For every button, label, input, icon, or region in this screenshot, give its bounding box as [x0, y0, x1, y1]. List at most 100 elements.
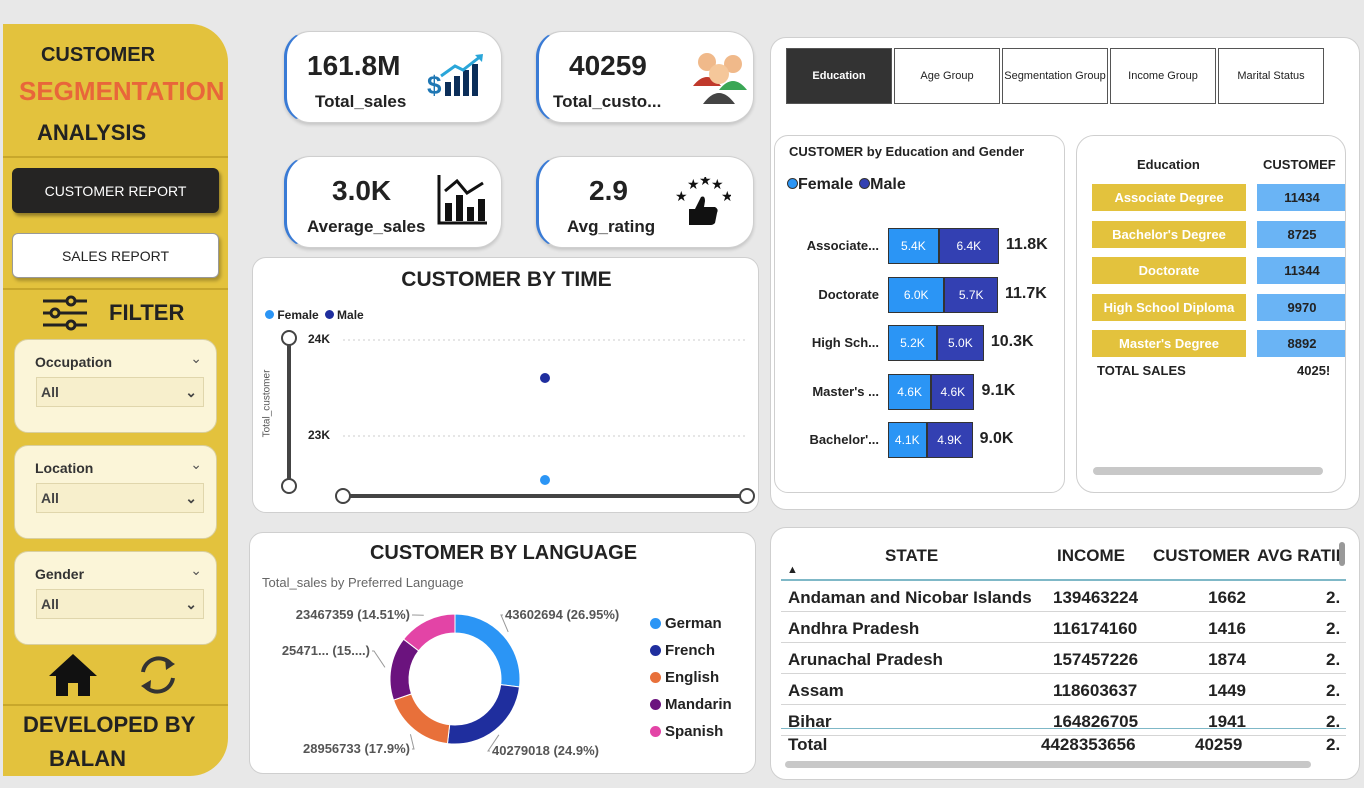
table-row[interactable]: Bihar 164826705 1941 2.: [781, 705, 1346, 736]
tab-marital-status[interactable]: Marital Status: [1218, 48, 1324, 104]
category-label: Doctorate: [818, 286, 879, 302]
legend-item-spanish[interactable]: Spanish: [650, 723, 732, 740]
legend-dot: [650, 672, 661, 683]
table-row[interactable]: Andaman and Nicobar Islands 139463224 1662…: [781, 581, 1346, 612]
customer-by-time-panel: CUSTOMER BY TIME Female Male Total_custo…: [252, 257, 759, 513]
occupation-filter-card: Occupation ⌄ All ⌄: [14, 339, 217, 433]
education-cell: Bachelor's Degree: [1092, 220, 1246, 248]
table-row[interactable]: High School Diploma 9970: [1092, 293, 1345, 321]
slider-handle[interactable]: [281, 330, 297, 346]
column-header-avg-rating[interactable]: AVG RATII: [1257, 546, 1340, 566]
male-bar[interactable]: 5.0K: [936, 325, 984, 361]
legend-item-english[interactable]: English: [650, 669, 732, 686]
legend-male[interactable]: Male: [859, 176, 906, 194]
legend-female[interactable]: Female: [787, 176, 853, 194]
total-label: 9.0K: [979, 430, 1014, 447]
chart-title: CUSTOMER by Education and Gender: [789, 144, 1025, 159]
svg-text:★: ★: [687, 177, 700, 193]
income-cell: 116174160: [1053, 619, 1138, 638]
leader-line: [372, 650, 386, 668]
slice-english[interactable]: [392, 693, 451, 745]
column-header-income[interactable]: INCOME: [1057, 546, 1125, 566]
male-bar[interactable]: 4.9K: [926, 422, 973, 458]
chevron-down-icon[interactable]: ⌄: [190, 456, 202, 473]
location-filter-label: Location: [35, 460, 94, 476]
education-cell: Associate Degree: [1092, 184, 1246, 211]
sales-report-button[interactable]: SALES REPORT: [12, 233, 219, 278]
column-header[interactable]: Education: [1137, 157, 1200, 172]
slider-handle[interactable]: [335, 488, 351, 504]
male-bar[interactable]: 5.7K: [944, 276, 998, 313]
slider-handle[interactable]: [281, 478, 297, 494]
slice-spanish[interactable]: [402, 613, 456, 652]
home-icon[interactable]: [47, 652, 99, 698]
table-row[interactable]: Andhra Pradesh 116174160 1416 2.: [781, 612, 1346, 643]
occupation-value: All: [41, 384, 59, 400]
location-dropdown[interactable]: All ⌄: [36, 483, 204, 513]
location-value: All: [41, 490, 59, 506]
table-row[interactable]: Master's Degree 8892: [1092, 330, 1345, 357]
tab-age-group[interactable]: Age Group: [894, 48, 1000, 104]
horizontal-scrollbar[interactable]: [785, 761, 1311, 768]
tab-education[interactable]: Education: [786, 48, 892, 104]
rating-cell: 2.: [1326, 650, 1341, 669]
total-label: 9.1K: [981, 381, 1016, 399]
income-cell: 157457226: [1053, 650, 1139, 669]
state-cell: Arunachal Pradesh: [788, 650, 943, 669]
chevron-down-icon[interactable]: ⌄: [190, 350, 202, 367]
column-header-customer[interactable]: CUSTOMER: [1153, 546, 1250, 566]
male-bar[interactable]: 6.4K: [938, 228, 999, 264]
legend-item-german[interactable]: German: [650, 615, 732, 632]
table-row[interactable]: Associate Degree 11434: [1092, 184, 1345, 211]
income-cell: 164826705: [1053, 712, 1139, 731]
slice-data-label: 23467359 (14.51%): [296, 607, 410, 622]
svg-text:★: ★: [721, 189, 731, 205]
tab-income-group[interactable]: Income Group: [1110, 48, 1216, 104]
kpi-average-sales-card: 3.0K Average_sales: [284, 156, 502, 248]
table-row[interactable]: Bachelor's Degree 8725: [1092, 220, 1345, 248]
refresh-icon[interactable]: [135, 652, 181, 698]
vertical-scrollbar[interactable]: [1339, 542, 1345, 566]
total-label: TOTAL SALES: [1097, 363, 1186, 378]
gender-dropdown[interactable]: All ⌄: [36, 589, 204, 619]
sort-ascending-icon[interactable]: ▲: [787, 564, 798, 576]
slice-data-label: 25471... (15....): [282, 643, 370, 658]
column-header-state[interactable]: STATE: [885, 546, 938, 566]
female-bar[interactable]: 5.2K: [888, 325, 937, 361]
slice-mandarin[interactable]: [389, 638, 420, 701]
rating-cell: 2.: [1326, 681, 1341, 700]
customer-cell: 11344: [1257, 257, 1345, 284]
legend-item-french[interactable]: French: [650, 642, 732, 659]
tab-segmentation-group[interactable]: Segmentation Group: [1002, 48, 1108, 104]
income-cell: 139463224: [1053, 588, 1139, 607]
time-plot: [281, 330, 755, 504]
male-bar[interactable]: 4.6K: [931, 373, 975, 410]
bar-chart-icon: [437, 175, 487, 225]
female-bar[interactable]: 6.0K: [888, 276, 945, 313]
occupation-dropdown[interactable]: All ⌄: [36, 377, 204, 407]
rating-cell: 2.: [1326, 712, 1341, 731]
slice-french[interactable]: [446, 684, 521, 745]
legend-item-mandarin[interactable]: Mandarin: [650, 696, 732, 713]
category-label: Associate...: [806, 238, 879, 253]
chevron-down-icon[interactable]: ⌄: [190, 562, 202, 579]
table-row[interactable]: Arunachal Pradesh 157457226 1874 2.: [781, 643, 1346, 674]
sidebar-title-analysis: ANALYSIS: [37, 120, 147, 145]
table-row[interactable]: Assam 118603637 1449 2.: [781, 674, 1346, 705]
slice-data-label: 28956733 (17.9%): [303, 741, 410, 756]
female-bar[interactable]: 4.1K: [888, 422, 927, 458]
education-gender-chart: CUSTOMER by Education and Gender Female …: [774, 135, 1065, 493]
horizontal-scrollbar[interactable]: [1093, 467, 1323, 475]
customer-report-button[interactable]: CUSTOMER REPORT: [12, 168, 219, 213]
female-bar[interactable]: 5.4K: [888, 228, 939, 264]
column-header[interactable]: CUSTOMEF: [1263, 157, 1336, 172]
customers-icon: [693, 53, 747, 104]
customer-by-language-panel: CUSTOMER BY LANGUAGE Total_sales by Pref…: [249, 532, 756, 774]
kpi-total-customers-card: 40259 Total_custo...: [536, 31, 754, 123]
svg-text:★: ★: [699, 177, 712, 189]
female-bar[interactable]: 4.6K: [888, 373, 932, 410]
slice-german[interactable]: [454, 613, 521, 688]
slider-handle[interactable]: [739, 488, 755, 504]
customer-cell: 9970: [1257, 293, 1345, 321]
table-row[interactable]: Doctorate 11344: [1092, 257, 1345, 284]
